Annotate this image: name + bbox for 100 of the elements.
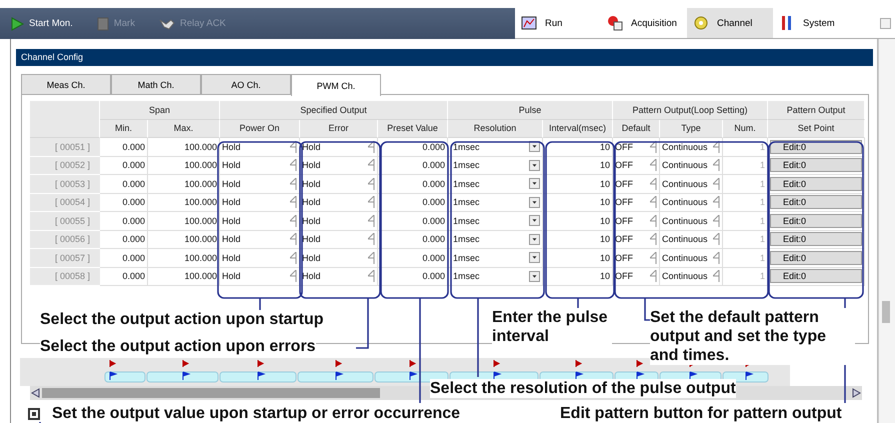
dropdown-value[interactable]: 1msec: [453, 142, 480, 152]
edit-button[interactable]: Edit:0: [770, 195, 862, 210]
spinner-value[interactable]: OFF: [615, 216, 633, 226]
table-cell: 10: [543, 175, 613, 194]
edit-button[interactable]: Edit:0: [770, 158, 862, 172]
column-header: Type: [660, 120, 723, 138]
edit-button[interactable]: Edit:0: [770, 250, 862, 265]
scroll-right-icon[interactable]: [852, 388, 861, 398]
column-header: Set Point: [768, 120, 865, 138]
table-cell: 10: [543, 212, 613, 230]
tab[interactable]: PWM Ch.: [291, 74, 381, 96]
table-cell: 1: [723, 156, 768, 175]
spinner-icon[interactable]: [290, 140, 297, 153]
spinner-icon[interactable]: [368, 140, 375, 153]
spinner-value[interactable]: Hold: [302, 197, 321, 208]
horizontal-scrollbar[interactable]: [30, 386, 426, 400]
row-header: [ 00057 ]: [30, 249, 100, 268]
header-corner: [30, 101, 100, 138]
table-cell: 1: [723, 212, 768, 230]
table-cell: 100.000: [148, 156, 220, 175]
nav-tab[interactable]: Channel: [687, 8, 773, 38]
spinner-value[interactable]: Hold: [302, 271, 321, 282]
table-cell: 0.000: [378, 249, 448, 268]
row-header: [ 00053 ]: [30, 175, 100, 194]
table-cell: 1: [723, 230, 768, 249]
column-header: Default: [613, 120, 660, 138]
tab[interactable]: Math Ch.: [111, 74, 201, 94]
row-header: [ 00056 ]: [30, 230, 100, 249]
toolbar-button[interactable]: Start Mon.: [8, 14, 75, 32]
table-cell: 0.000: [100, 268, 148, 286]
leader-line: [356, 298, 369, 349]
column-header: Preset Value: [378, 120, 448, 138]
dropdown-value[interactable]: 1msec: [453, 252, 480, 263]
spinner-value[interactable]: Continuous: [662, 197, 708, 208]
row-header: [ 00052 ]: [30, 156, 100, 175]
table-cell: 1: [723, 175, 768, 194]
leader-line: [39, 422, 41, 423]
chart-icon: [521, 15, 537, 31]
table-cell: 0.000: [100, 138, 148, 156]
vertical-scrollbar[interactable]: [878, 39, 895, 423]
tab[interactable]: Meas Ch.: [21, 74, 111, 94]
spinner-value[interactable]: Hold: [302, 252, 321, 263]
spinner-value[interactable]: Continuous: [662, 142, 708, 152]
spinner-value[interactable]: Hold: [222, 234, 241, 244]
dropdown-value[interactable]: 1msec: [453, 216, 480, 226]
spinner-value[interactable]: OFF: [615, 197, 633, 208]
dropdown-value[interactable]: 1msec: [453, 271, 480, 282]
minimize-button[interactable]: [880, 18, 891, 28]
edit-button[interactable]: Edit:0: [770, 214, 862, 228]
dropdown-value[interactable]: 1msec: [453, 234, 480, 244]
spinner-value[interactable]: Continuous: [662, 252, 708, 263]
spinner-value[interactable]: Hold: [222, 178, 241, 189]
dropdown-value[interactable]: 1msec: [453, 178, 480, 189]
spinner-value[interactable]: Hold: [222, 142, 241, 152]
spinner-value[interactable]: Hold: [222, 252, 241, 263]
table-cell: 10: [543, 156, 613, 175]
spinner-value[interactable]: Hold: [222, 271, 241, 282]
annotation-text: Set the output value upon startup or error occurrence: [52, 404, 460, 423]
spinner-value[interactable]: Hold: [302, 234, 321, 244]
column-header: Error: [300, 120, 378, 138]
dropdown-value[interactable]: 1msec: [453, 197, 480, 208]
column-header: Interval(msec): [543, 120, 613, 138]
spinner-value[interactable]: Hold: [302, 216, 321, 226]
panel-title: Channel Config: [16, 49, 873, 66]
annotation-text: Select the resolution of the pulse output: [430, 379, 736, 398]
spinner-value[interactable]: OFF: [615, 142, 633, 152]
spinner-value[interactable]: Continuous: [662, 216, 708, 226]
spinner-value[interactable]: OFF: [615, 234, 633, 244]
column-group-header: Span: [100, 101, 220, 120]
table-cell: 1: [723, 194, 768, 212]
table-cell: 0.000: [378, 175, 448, 194]
table-cell: 1: [723, 249, 768, 268]
spinner-value[interactable]: Hold: [302, 178, 321, 189]
checkbox[interactable]: [28, 408, 40, 420]
spinner-value[interactable]: OFF: [615, 178, 633, 189]
tab[interactable]: AO Ch.: [201, 74, 291, 94]
spinner-value[interactable]: Hold: [302, 160, 321, 170]
annotation-text: Select the output action upon startup: [40, 310, 324, 329]
scroll-left-icon[interactable]: [31, 388, 40, 398]
spinner-value[interactable]: OFF: [615, 160, 633, 170]
edit-button[interactable]: Edit:0: [770, 269, 862, 284]
spinner-icon[interactable]: [713, 140, 720, 153]
spinner-value[interactable]: Hold: [222, 197, 241, 208]
spinner-value[interactable]: Hold: [302, 142, 321, 152]
edit-button[interactable]: Edit:0: [770, 232, 862, 246]
spinner-value[interactable]: Continuous: [662, 271, 708, 282]
spinner-value[interactable]: Hold: [222, 160, 241, 170]
row-header: [ 00051 ]: [30, 138, 100, 156]
spinner-value[interactable]: Hold: [222, 216, 241, 226]
spinner-value[interactable]: Continuous: [662, 178, 708, 189]
leader-line: [644, 298, 650, 321]
spinner-value[interactable]: OFF: [615, 271, 633, 282]
spinner-value[interactable]: Continuous: [662, 160, 708, 170]
spinner-value[interactable]: Continuous: [662, 234, 708, 244]
spinner-value[interactable]: OFF: [615, 252, 633, 263]
column-group-header: Specified Output: [220, 101, 448, 120]
table-cell: 10: [543, 268, 613, 286]
spinner-icon[interactable]: [650, 140, 657, 153]
edit-button[interactable]: Edit:0: [770, 176, 862, 191]
dropdown-value[interactable]: 1msec: [453, 160, 480, 170]
